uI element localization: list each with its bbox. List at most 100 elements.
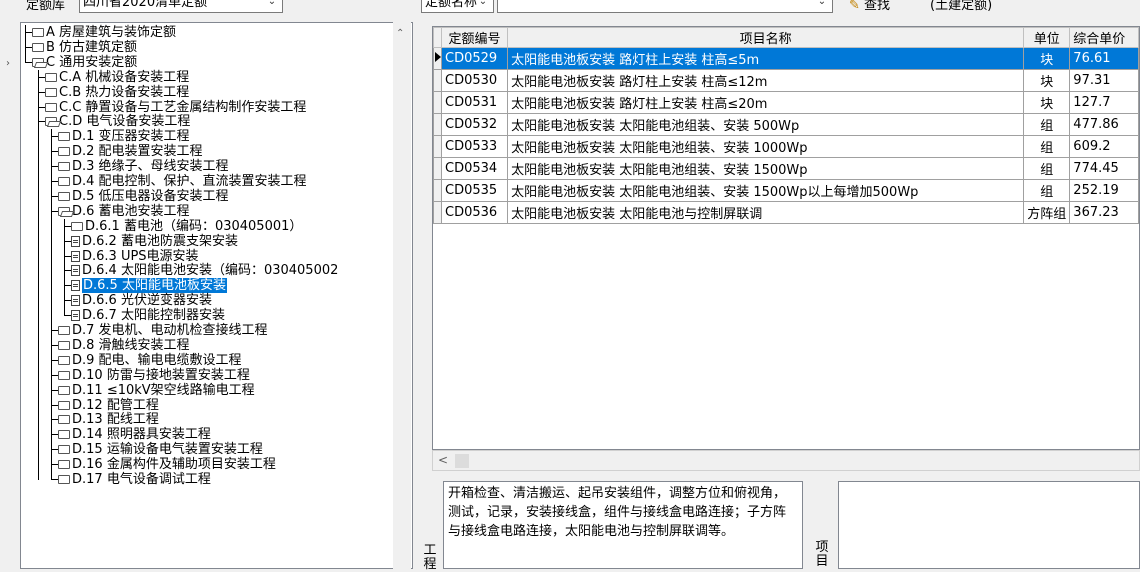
tree-item[interactable]: D.15 运输设备电气装置安装工程 bbox=[58, 442, 263, 457]
folder-icon bbox=[45, 87, 57, 97]
header-unit[interactable]: 单位 bbox=[1023, 27, 1071, 48]
tree-item[interactable]: D.6.5 太阳能电池板安装 bbox=[71, 278, 227, 294]
tree-item[interactable]: C.A 机械设备安装工程 bbox=[45, 70, 189, 85]
cell-price[interactable]: 76.61 bbox=[1069, 47, 1139, 70]
cell-code[interactable]: CD0531 bbox=[440, 91, 509, 114]
find-icon: ✎ bbox=[849, 0, 860, 13]
cell-code[interactable]: CD0536 bbox=[440, 201, 509, 224]
cell-unit[interactable]: 块 bbox=[1023, 47, 1071, 70]
cell-price[interactable]: 774.45 bbox=[1069, 157, 1139, 180]
tree-item[interactable]: D.9 配电、输电电缆敷设工程 bbox=[58, 353, 242, 368]
header-code[interactable]: 定额编号 bbox=[440, 27, 509, 48]
table-row[interactable]: CD0531 太阳能电池板安装 路灯柱上安装 柱高≤20m 块 127.7 bbox=[433, 91, 1139, 114]
tree-item[interactable]: D.5 低压电器设备安装工程 bbox=[58, 189, 229, 204]
table-row[interactable]: CD0533 太阳能电池板安装 太阳能电池组装、安装 1000Wp 组 609.2 bbox=[433, 135, 1139, 158]
cell-code[interactable]: CD0532 bbox=[440, 113, 509, 136]
search-input[interactable]: ⌄ bbox=[497, 0, 833, 13]
tree-item[interactable]: C 通用安装定额 bbox=[32, 55, 137, 70]
table-row[interactable]: CD0535 太阳能电池板安装 太阳能电池组装、安装 1500Wp以上每增加500… bbox=[433, 179, 1139, 202]
table-row[interactable]: CD0536 太阳能电池板安装 太阳能电池与控制屏联调 方阵组 367.23 bbox=[433, 201, 1139, 224]
tree-item[interactable]: D.14 照明器具安装工程 bbox=[58, 427, 211, 442]
table-row[interactable]: CD0530 太阳能电池板安装 路灯柱上安装 柱高≤12m 块 97.31 bbox=[433, 69, 1139, 92]
scroll-left-icon[interactable]: < bbox=[438, 453, 448, 467]
tree-item-label: B 仿古建筑定额 bbox=[46, 39, 138, 55]
header-name[interactable]: 项目名称 bbox=[507, 27, 1025, 48]
tree-item[interactable]: D.6 蓄电池安装工程 bbox=[58, 204, 190, 219]
row-indicator[interactable] bbox=[433, 201, 442, 224]
scroll-thumb[interactable] bbox=[455, 454, 469, 468]
row-indicator[interactable] bbox=[433, 91, 442, 114]
grid-hscrollbar[interactable]: < bbox=[432, 450, 1140, 471]
tree-item[interactable]: B 仿古建筑定额 bbox=[32, 40, 137, 55]
cell-code[interactable]: CD0534 bbox=[440, 157, 509, 180]
tree-item[interactable]: D.6.6 光伏逆变器安装 bbox=[71, 293, 212, 308]
table-row[interactable]: CD0529 太阳能电池板安装 路灯柱上安装 柱高≤5m 块 76.61 bbox=[433, 47, 1139, 70]
tree-item[interactable]: D.2 配电装置安装工程 bbox=[58, 144, 203, 159]
cell-unit[interactable]: 组 bbox=[1023, 113, 1071, 136]
row-indicator[interactable] bbox=[433, 179, 442, 202]
cell-name[interactable]: 太阳能电池板安装 太阳能电池与控制屏联调 bbox=[507, 201, 1025, 224]
cell-unit[interactable]: 方阵组 bbox=[1023, 201, 1071, 224]
tree-item[interactable]: D.13 配线工程 bbox=[58, 412, 159, 427]
cell-code[interactable]: CD0530 bbox=[440, 69, 509, 92]
tree-item[interactable]: D.6.3 UPS电源安装 bbox=[71, 249, 199, 264]
tree-item[interactable]: C.B 热力设备安装工程 bbox=[45, 85, 189, 100]
cell-name[interactable]: 太阳能电池板安装 路灯柱上安装 柱高≤5m bbox=[507, 47, 1025, 70]
row-indicator[interactable] bbox=[433, 157, 442, 180]
row-indicator[interactable] bbox=[433, 135, 442, 158]
tree-item[interactable]: D.12 配管工程 bbox=[58, 398, 159, 413]
row-indicator[interactable] bbox=[433, 113, 442, 136]
cell-price[interactable]: 252.19 bbox=[1069, 179, 1139, 202]
tree-item[interactable]: D.3 绝缘子、母线安装工程 bbox=[58, 159, 229, 174]
tree-item[interactable]: D.11 ≤10kV架空线路输电工程 bbox=[58, 383, 255, 398]
cell-name[interactable]: 太阳能电池板安装 太阳能电池组装、安装 1500Wp以上每增加500Wp bbox=[507, 179, 1025, 202]
cell-name[interactable]: 太阳能电池板安装 太阳能电池组装、安装 500Wp bbox=[507, 113, 1025, 136]
cell-unit[interactable]: 块 bbox=[1023, 69, 1071, 92]
tree-item-label: D.6.7 太阳能控制器安装 bbox=[82, 308, 225, 324]
tree-item[interactable]: D.6.1 蓄电池（编码：030405001） bbox=[71, 219, 302, 234]
cell-price[interactable]: 367.23 bbox=[1069, 201, 1139, 224]
cell-unit[interactable]: 组 bbox=[1023, 157, 1071, 180]
cell-name[interactable]: 太阳能电池板安装 太阳能电池组装、安装 1000Wp bbox=[507, 135, 1025, 158]
tree-item[interactable]: C.C 静置设备与工艺金属结构制作安装工程 bbox=[45, 100, 306, 115]
cell-unit[interactable]: 块 bbox=[1023, 91, 1071, 114]
cell-price[interactable]: 127.7 bbox=[1069, 91, 1139, 114]
tree-scrollbar[interactable]: ⌃ bbox=[393, 22, 411, 569]
cell-code[interactable]: CD0533 bbox=[440, 135, 509, 158]
row-indicator[interactable] bbox=[433, 47, 442, 70]
cell-name[interactable]: 太阳能电池板安装 太阳能电池组装、安装 1500Wp bbox=[507, 157, 1025, 180]
table-row[interactable]: CD0532 太阳能电池板安装 太阳能电池组装、安装 500Wp 组 477.86 bbox=[433, 113, 1139, 136]
tree-item[interactable]: C.D 电气设备安装工程 bbox=[45, 114, 190, 129]
cell-unit[interactable]: 组 bbox=[1023, 135, 1071, 158]
find-label: 查找 bbox=[864, 0, 891, 13]
header-price[interactable]: 综合单价 bbox=[1069, 27, 1139, 48]
library-select[interactable]: 四川省2020清单定额 ⌄ bbox=[79, 0, 283, 13]
tree-item[interactable]: D.1 变压器安装工程 bbox=[58, 129, 190, 144]
tree-item[interactable]: D.10 防雷与接地装置安装工程 bbox=[58, 368, 250, 383]
cell-unit[interactable]: 组 bbox=[1023, 179, 1071, 202]
tree-item[interactable]: D.7 发电机、电动机检查接线工程 bbox=[58, 323, 268, 338]
tree-item[interactable]: D.6.7 太阳能控制器安装 bbox=[71, 308, 225, 323]
left-strip: › bbox=[0, 22, 18, 569]
tree-item[interactable]: D.6.2 蓄电池防震支架安装 bbox=[71, 234, 238, 249]
tree-item[interactable]: D.6.4 太阳能电池安装（编码：030405002 bbox=[71, 263, 338, 278]
cell-price[interactable]: 97.31 bbox=[1069, 69, 1139, 92]
tree-item[interactable]: D.16 金属构件及辅助项目安装工程 bbox=[58, 457, 276, 472]
tree-item[interactable]: A 房屋建筑与装饰定额 bbox=[32, 25, 176, 40]
table-row[interactable]: CD0534 太阳能电池板安装 太阳能电池组装、安装 1500Wp 组 774.45 bbox=[433, 157, 1139, 180]
tree-item[interactable]: D.8 滑触线安装工程 bbox=[58, 338, 190, 353]
cell-code[interactable]: CD0535 bbox=[440, 179, 509, 202]
cell-price[interactable]: 477.86 bbox=[1069, 113, 1139, 136]
row-indicator[interactable] bbox=[433, 69, 442, 92]
cell-code[interactable]: CD0529 bbox=[440, 47, 509, 70]
tree-item-label: D.1 变压器安装工程 bbox=[72, 129, 190, 145]
search-type-select[interactable]: 定额名称 ⌄ bbox=[421, 0, 494, 13]
cell-name[interactable]: 太阳能电池板安装 路灯柱上安装 柱高≤20m bbox=[507, 91, 1025, 114]
quota-tree: A 房屋建筑与装饰定额 B 仿古建筑定额 C 通用安装定额 C.A 机械设备安装工程 C… bbox=[20, 22, 413, 569]
find-button[interactable]: ✎ 查找 bbox=[849, 0, 890, 13]
tree-item[interactable]: D.17 电气设备调试工程 bbox=[58, 472, 211, 487]
cell-name[interactable]: 太阳能电池板安装 路灯柱上安装 柱高≤12m bbox=[507, 69, 1025, 92]
tree-item[interactable]: D.4 配电控制、保护、直流装置安装工程 bbox=[58, 174, 307, 189]
scroll-up-icon[interactable]: ⌃ bbox=[396, 28, 404, 39]
cell-price[interactable]: 609.2 bbox=[1069, 135, 1139, 158]
